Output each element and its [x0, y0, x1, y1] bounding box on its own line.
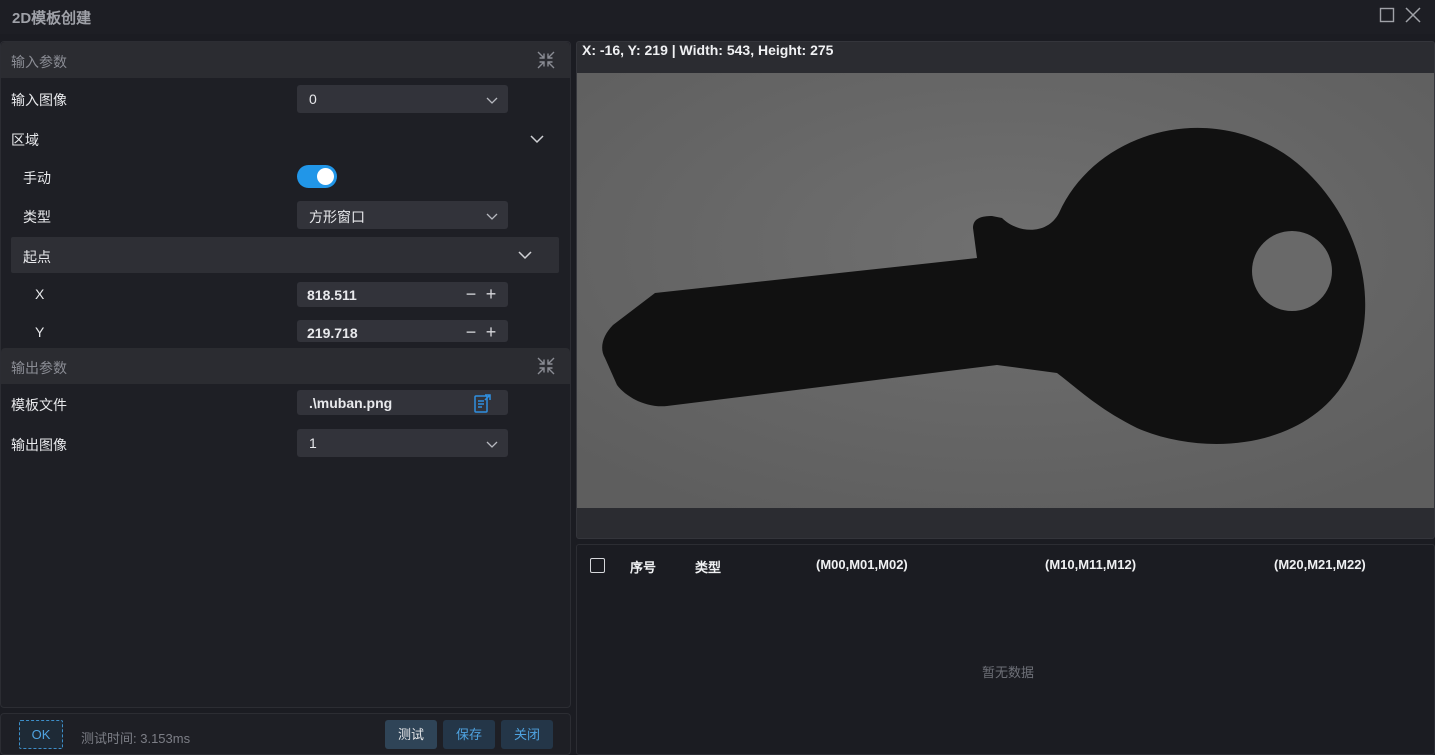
save-button[interactable]: 保存: [443, 720, 495, 749]
key-image[interactable]: [577, 73, 1434, 508]
plus-icon[interactable]: +: [483, 285, 499, 303]
start-point-group[interactable]: 起点: [11, 237, 559, 273]
y-label: Y: [35, 324, 45, 340]
maximize-icon[interactable]: [1378, 6, 1396, 24]
chevron-down-icon: [486, 93, 498, 105]
template-file-label: 模板文件: [11, 397, 67, 413]
minus-icon[interactable]: −: [463, 323, 479, 341]
parameter-panel: 输入参数 输入图像 0 区域 手动 类型 方形窗口 起点 X 818.511 −…: [0, 41, 571, 708]
column-header-m2[interactable]: (M20,M21,M22): [1274, 557, 1366, 572]
chevron-down-icon: [486, 209, 498, 221]
input-image-value: 0: [309, 91, 317, 107]
title-bar: 2D模板创建: [0, 0, 1435, 34]
results-table: 序号 类型 (M00,M01,M02) (M10,M11,M12) (M20,M…: [576, 544, 1435, 755]
x-value[interactable]: 818.511: [307, 287, 357, 303]
type-select[interactable]: 方形窗口: [297, 201, 508, 229]
column-header-index[interactable]: 序号: [630, 557, 656, 576]
template-file-field[interactable]: .\muban.png: [297, 390, 508, 415]
select-all-checkbox[interactable]: [590, 558, 605, 573]
collapse-icon[interactable]: [536, 356, 556, 376]
coordinate-readout: X: -16, Y: 219 | Width: 543, Height: 275: [582, 42, 834, 58]
type-value: 方形窗口: [309, 209, 365, 225]
input-params-header[interactable]: 输入参数: [1, 42, 570, 78]
plus-icon[interactable]: +: [483, 323, 499, 341]
window-title: 2D模板创建: [12, 10, 92, 27]
empty-state-text: 暂无数据: [982, 665, 1035, 680]
manual-toggle[interactable]: [297, 165, 337, 188]
close-button[interactable]: 关闭: [501, 720, 553, 749]
manual-label: 手动: [23, 170, 51, 186]
column-header-m1[interactable]: (M10,M11,M12): [1045, 557, 1136, 572]
input-params-title: 输入参数: [11, 54, 67, 70]
output-params-title: 输出参数: [11, 360, 67, 376]
start-point-label: 起点: [23, 249, 51, 265]
output-image-select[interactable]: 1: [297, 429, 508, 457]
start-point-expand-icon[interactable]: [517, 247, 533, 263]
footer-bar: OK 测试时间: 3.153ms 测试 保存 关闭: [0, 713, 571, 755]
template-file-value[interactable]: .\muban.png: [309, 395, 392, 411]
file-browse-icon[interactable]: [472, 392, 494, 414]
input-image-label: 输入图像: [11, 92, 67, 108]
x-stepper[interactable]: 818.511 − +: [297, 282, 508, 307]
column-header-m0[interactable]: (M00,M01,M02): [816, 557, 908, 572]
y-stepper[interactable]: 219.718 − +: [297, 320, 508, 342]
minus-icon[interactable]: −: [463, 285, 479, 303]
output-image-label: 输出图像: [11, 437, 67, 453]
test-button[interactable]: 测试: [385, 720, 437, 749]
y-value[interactable]: 219.718: [307, 325, 358, 341]
chevron-down-icon: [486, 437, 498, 449]
column-header-type[interactable]: 类型: [695, 557, 721, 576]
image-viewer[interactable]: X: -16, Y: 219 | Width: 543, Height: 275: [576, 41, 1435, 539]
type-label: 类型: [23, 209, 51, 225]
region-label: 区域: [11, 132, 39, 148]
toggle-knob: [317, 168, 334, 185]
region-expand-icon[interactable]: [529, 131, 545, 147]
test-time-text: 测试时间: 3.153ms: [81, 731, 191, 746]
output-params-header[interactable]: 输出参数: [1, 348, 570, 384]
close-icon[interactable]: [1404, 6, 1422, 24]
collapse-icon[interactable]: [536, 50, 556, 70]
input-image-select[interactable]: 0: [297, 85, 508, 113]
x-label: X: [35, 286, 45, 302]
output-image-value: 1: [309, 435, 317, 451]
ok-button[interactable]: OK: [19, 720, 63, 749]
